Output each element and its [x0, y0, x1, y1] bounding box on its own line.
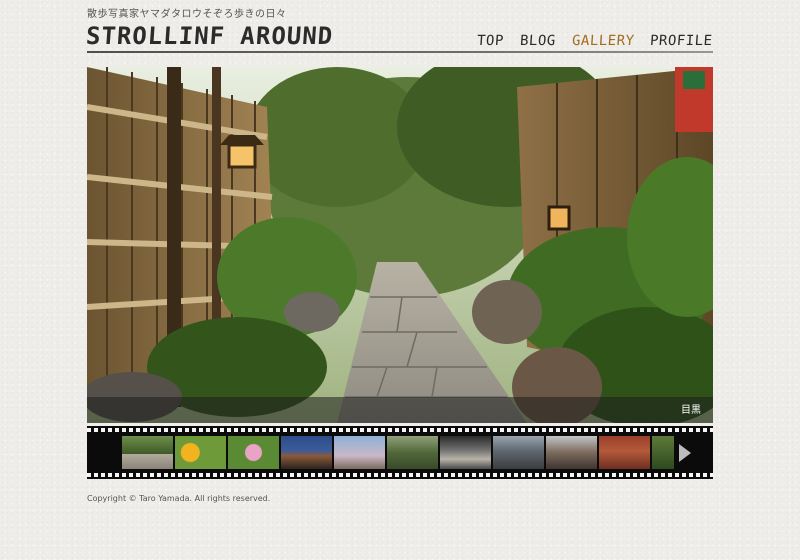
header-divider	[87, 51, 713, 53]
photo-alley-scene	[87, 67, 713, 423]
film-sprockets-bottom	[87, 473, 713, 477]
thumb-partial[interactable]	[652, 436, 674, 469]
site-logo[interactable]: STROLLINF AROUND	[85, 22, 334, 50]
main-nav: TOP BLOG GALLERY PROFILE	[477, 33, 714, 49]
thumb-brick-building[interactable]	[599, 436, 650, 469]
thumb-night-building[interactable]	[281, 436, 332, 469]
nav-profile[interactable]: PROFILE	[650, 33, 714, 49]
thumb-station[interactable]	[546, 436, 597, 469]
prev-area	[91, 436, 121, 469]
thumb-garden[interactable]	[387, 436, 438, 469]
thumbnail-list	[122, 436, 674, 469]
nav-blog[interactable]: BLOG	[520, 33, 557, 49]
thumb-pink-flower[interactable]	[228, 436, 279, 469]
copyright-text: Copyright © Taro Yamada. All rights rese…	[87, 494, 271, 503]
thumb-street[interactable]	[493, 436, 544, 469]
thumb-sunflowers[interactable]	[175, 436, 226, 469]
thumb-blossom-tree[interactable]	[334, 436, 385, 469]
photo-caption: 目黒	[681, 405, 701, 416]
caption-bar	[87, 397, 713, 423]
triangle-right-icon[interactable]	[679, 444, 691, 462]
nav-top[interactable]: TOP	[477, 33, 505, 49]
tagline: 散歩写真家ヤマダタロウそぞろ歩きの日々	[87, 9, 287, 20]
film-sprockets-top	[87, 428, 713, 432]
filmstrip	[87, 426, 713, 479]
thumb-modern-building[interactable]	[440, 436, 491, 469]
gallery-main-photo[interactable]: 目黒	[87, 67, 713, 423]
thumb-alley[interactable]	[122, 436, 173, 469]
nav-gallery[interactable]: GALLERY	[571, 33, 635, 49]
